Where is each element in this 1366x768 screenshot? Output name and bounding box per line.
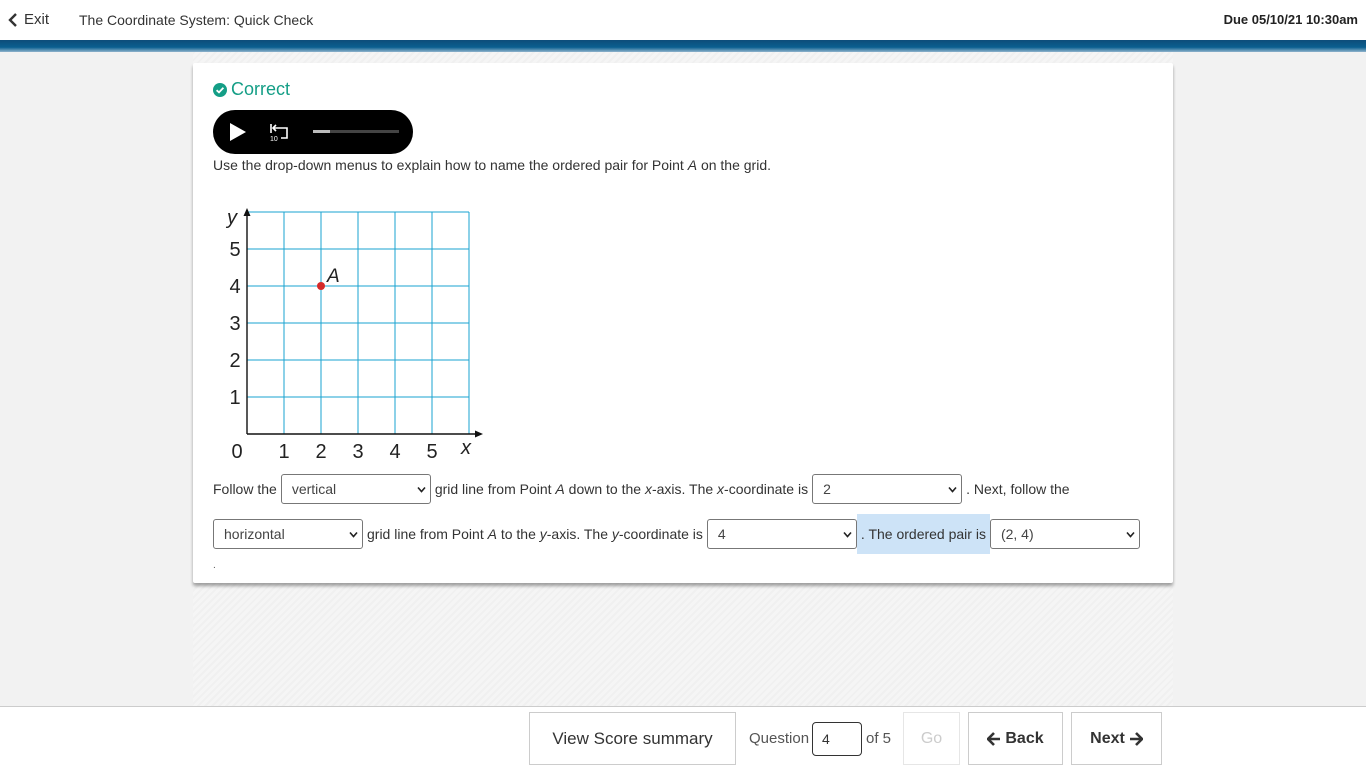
status-label: Correct: [231, 79, 291, 99]
question-card: Correct 10 Use the drop-down menus to ex…: [193, 63, 1173, 583]
trailing-period: .: [213, 560, 216, 571]
answer-sentence-line-1: Follow the vertical grid line from Point…: [213, 474, 1070, 504]
chevron-down-icon: [948, 486, 957, 493]
y-axis-label: y: [225, 207, 238, 229]
header-divider: [0, 40, 1366, 52]
chevron-down-icon: [417, 486, 426, 493]
chevron-down-icon: [843, 531, 852, 538]
dropdown-value: 2: [823, 481, 831, 497]
x-tick-label: 2: [315, 441, 326, 463]
assignment-title: The Coordinate System: Quick Check: [79, 12, 314, 28]
exit-button[interactable]: Exit: [8, 11, 49, 28]
due-date: Due 05/10/21 10:30am: [1223, 12, 1358, 27]
question-prompt: Use the drop-down menus to explain how t…: [213, 157, 771, 173]
chevron-down-icon: [349, 531, 358, 538]
sentence-text: grid line from Point: [434, 481, 552, 497]
x-axis-label: x: [460, 437, 472, 459]
highlighted-text: . The ordered pair is: [856, 514, 990, 554]
y-tick-label: 3: [229, 313, 240, 335]
x-tick-label: 3: [352, 441, 363, 463]
rewind-label: 10: [270, 136, 278, 143]
question-total: of 5: [866, 730, 892, 747]
sentence-var: y: [611, 526, 619, 542]
x-tick-label: 4: [389, 441, 400, 463]
audio-progress-track[interactable]: [313, 130, 399, 133]
back-label: Back: [1005, 729, 1044, 747]
sentence-text: . Next, follow the: [966, 481, 1070, 497]
x-axis-arrow: [475, 430, 483, 438]
sentence-text: -axis. The: [546, 526, 608, 542]
sentence-text: -coordinate is: [618, 526, 703, 542]
back-button[interactable]: Back: [968, 712, 1063, 765]
question-number-input[interactable]: [812, 722, 862, 756]
top-bar: Exit The Coordinate System: Quick Check …: [0, 0, 1366, 40]
y-tick-label: 2: [229, 350, 240, 372]
footer-bar: View Score summary Question of 5 Go Back…: [0, 706, 1366, 768]
coordinate-grid: 0 1 2 3 4 5 1 2 3 4 5 x y A: [225, 207, 483, 463]
sentence-var: y: [539, 526, 547, 542]
chevron-down-icon: [1126, 531, 1135, 538]
status-badge: Correct: [213, 79, 290, 100]
chevron-left-icon: [8, 12, 17, 27]
dropdown-value: horizontal: [224, 526, 285, 542]
x-tick-label: 0: [231, 441, 242, 463]
check-circle-icon: [213, 82, 227, 97]
dropdown-value: (2, 4): [1000, 526, 1034, 542]
sentence-text: Follow the: [213, 481, 277, 497]
dropdown-value: 4: [717, 526, 726, 542]
y-coordinate-dropdown[interactable]: 4: [706, 519, 857, 549]
point-a-marker: [317, 282, 325, 290]
question-label: Question: [749, 730, 810, 747]
line-direction-dropdown-1[interactable]: vertical: [280, 474, 431, 504]
sentence-text: to the: [500, 526, 536, 542]
arrow-left-icon: [987, 731, 1001, 746]
prompt-text: Use the drop-down menus to explain how t…: [213, 157, 688, 173]
y-tick-label: 4: [229, 276, 240, 298]
sentence-text: -coordinate is: [724, 481, 809, 497]
point-a-label: A: [326, 266, 340, 287]
next-label: Next: [1090, 729, 1125, 747]
arrow-right-icon: [1129, 731, 1143, 746]
y-tick-label: 1: [229, 387, 240, 409]
go-button[interactable]: Go: [903, 712, 960, 765]
view-score-summary-button[interactable]: View Score summary: [529, 712, 736, 765]
prompt-point: A: [687, 157, 698, 173]
rewind-10-icon[interactable]: 10: [267, 121, 291, 143]
sentence-text: down to the: [568, 481, 642, 497]
audio-progress-fill: [313, 130, 331, 133]
next-button[interactable]: Next: [1071, 712, 1162, 765]
x-tick-label: 5: [426, 441, 437, 463]
play-icon[interactable]: [229, 123, 247, 141]
dropdown-value: vertical: [291, 481, 337, 497]
exit-label: Exit: [24, 11, 50, 28]
audio-player: 10: [213, 110, 413, 154]
sentence-text: -axis. The: [651, 481, 714, 497]
sentence-var: x: [717, 481, 725, 497]
ordered-pair-dropdown[interactable]: (2, 4): [989, 519, 1140, 549]
sentence-var: x: [644, 481, 652, 497]
sentence-text: grid line from Point: [367, 526, 484, 542]
sentence-point: A: [487, 526, 497, 542]
answer-sentence-line-2: horizontal grid line from Point A to the…: [213, 514, 1140, 554]
x-tick-label: 1: [278, 441, 289, 463]
sentence-point: A: [555, 481, 565, 497]
prompt-text-end: on the grid.: [697, 157, 771, 173]
line-direction-dropdown-2[interactable]: horizontal: [213, 519, 363, 549]
x-coordinate-dropdown[interactable]: 2: [812, 474, 963, 504]
y-tick-label: 5: [229, 239, 240, 261]
